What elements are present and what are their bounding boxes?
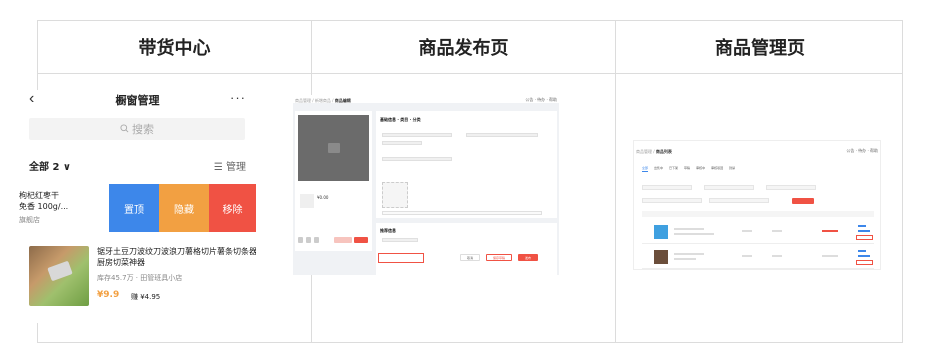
highlight-box (856, 235, 873, 240)
product-image (29, 246, 89, 306)
tab-rejected[interactable]: 审核驳回 (711, 166, 723, 172)
product-form: 基础信息 · 类目 · 分类 (376, 111, 557, 218)
header-divider (38, 73, 902, 74)
form-field[interactable] (382, 133, 452, 137)
tab-draft[interactable]: 草稿 (684, 166, 690, 172)
table-row[interactable] (642, 220, 874, 244)
form-field[interactable] (382, 238, 418, 242)
image-upload[interactable] (382, 182, 408, 208)
form-field[interactable] (466, 133, 538, 137)
remove-button[interactable]: 移除 (209, 184, 256, 232)
highlight-box (856, 260, 873, 265)
column-header-manage-page: 商品管理页 (715, 38, 805, 59)
filter-field[interactable] (709, 198, 769, 203)
mobile-preview: ¥0.00 (295, 111, 372, 251)
filter-field[interactable] (642, 185, 692, 190)
swiped-item-info: 枸杞红枣干 免香 100g/... 旗舰店 (19, 190, 109, 226)
form-field[interactable] (382, 157, 452, 161)
preview-price: ¥0.00 (317, 195, 329, 200)
form-hint (382, 211, 542, 215)
tab-on-sale[interactable]: 出售中 (654, 166, 663, 172)
table-row[interactable] (642, 245, 874, 269)
manage-page-screenshot: 商品管理 / 商品列表 公告 · 待办 · 帮助 全部 出售中 已下架 草稿 审… (633, 140, 881, 270)
publish-page-screenshot: 商品管理 / 新增商品 / 商品编辑 公告 · 待办 · 帮助 ¥0.00 基础… (293, 95, 559, 275)
publish-button[interactable]: 发布 (518, 254, 538, 261)
status-tabs: 全部 出售中 已下架 草稿 审核中 审核驳回 封禁 (642, 166, 735, 172)
manage-button[interactable]: ☰ 管理 (214, 158, 246, 173)
table-header (642, 211, 874, 217)
column-header-publish-page: 商品发布页 (418, 38, 509, 59)
filter-field[interactable] (766, 185, 816, 190)
product-name: 锯牙土豆刀波纹刀波浪刀薯格切片薯条切条器厨房切菜神器 (97, 247, 256, 267)
tab-all[interactable]: 全部 (642, 166, 649, 172)
save-draft-button[interactable]: 保存草稿 (486, 254, 512, 261)
product-thumbnail (654, 250, 668, 264)
form-title: 基础信息 · 类目 · 分类 (380, 117, 421, 122)
product-thumbnail (654, 225, 668, 239)
top-bar: 商品管理 / 新增商品 / 商品编辑 公告 · 待办 · 帮助 (293, 95, 559, 103)
list-item[interactable]: 锯牙土豆刀波纹刀波浪刀薯格切片薯条切条器厨房切菜神器 库存45.7万 · 田管班… (29, 246, 256, 306)
column-header-sales-center: 带货中心 (138, 38, 211, 59)
product-meta: 库存45.7万 · 田管班具小店 (97, 274, 183, 282)
preview-buttons (298, 237, 369, 245)
search-icon (120, 123, 129, 136)
recommend-section: 推荐信息 取消 保存草稿 发布 (376, 223, 557, 275)
section-title: 推荐信息 (380, 228, 396, 233)
filter-field[interactable] (642, 198, 702, 203)
form-field[interactable] (382, 141, 422, 145)
tab-banned[interactable]: 封禁 (729, 166, 735, 172)
item-name: 免香 100g/... (19, 202, 69, 211)
item-name: 枸杞红枣干 (19, 191, 59, 200)
search-input[interactable]: 搜索 (29, 118, 245, 140)
filter-dropdown[interactable]: 全部 2 ∨ (29, 158, 71, 173)
highlight-box (378, 253, 424, 263)
top-right-links[interactable]: 公告 · 待办 · 帮助 (846, 148, 878, 154)
pin-button[interactable]: 置顶 (109, 184, 159, 232)
tab-reviewing[interactable]: 审核中 (696, 166, 705, 172)
swiped-list-item[interactable]: 枸杞红枣干 免香 100g/... 旗舰店 置顶 隐藏 移除 (19, 184, 256, 232)
filter-field[interactable] (704, 185, 754, 190)
query-button[interactable] (792, 198, 814, 204)
hide-button[interactable]: 隐藏 (159, 184, 209, 232)
top-right-links[interactable]: 公告 · 待办 · 帮助 (525, 97, 557, 103)
product-commission: 赚 ¥4.95 (131, 293, 161, 301)
phone-screenshot: ‹ 橱窗管理 ··· 搜索 全部 2 ∨ ☰ 管理 枸杞红枣干 免香 100g/… (19, 90, 256, 323)
preview-image-placeholder (298, 115, 369, 181)
page-title: 橱窗管理 (115, 94, 160, 107)
item-shop: 旗舰店 (19, 216, 40, 224)
breadcrumb: 商品管理 / 新增商品 / 商品编辑 (295, 98, 351, 103)
search-placeholder: 搜索 (132, 123, 154, 136)
nav-bar: ‹ 橱窗管理 ··· (19, 90, 256, 112)
more-icon[interactable]: ··· (230, 90, 246, 105)
product-price: ¥9.9 (97, 290, 120, 300)
cancel-button[interactable]: 取消 (460, 254, 480, 261)
breadcrumb: 商品管理 / 商品列表 (636, 149, 672, 154)
preview-thumbnail (300, 194, 314, 208)
tab-off-shelf[interactable]: 已下架 (669, 166, 678, 172)
